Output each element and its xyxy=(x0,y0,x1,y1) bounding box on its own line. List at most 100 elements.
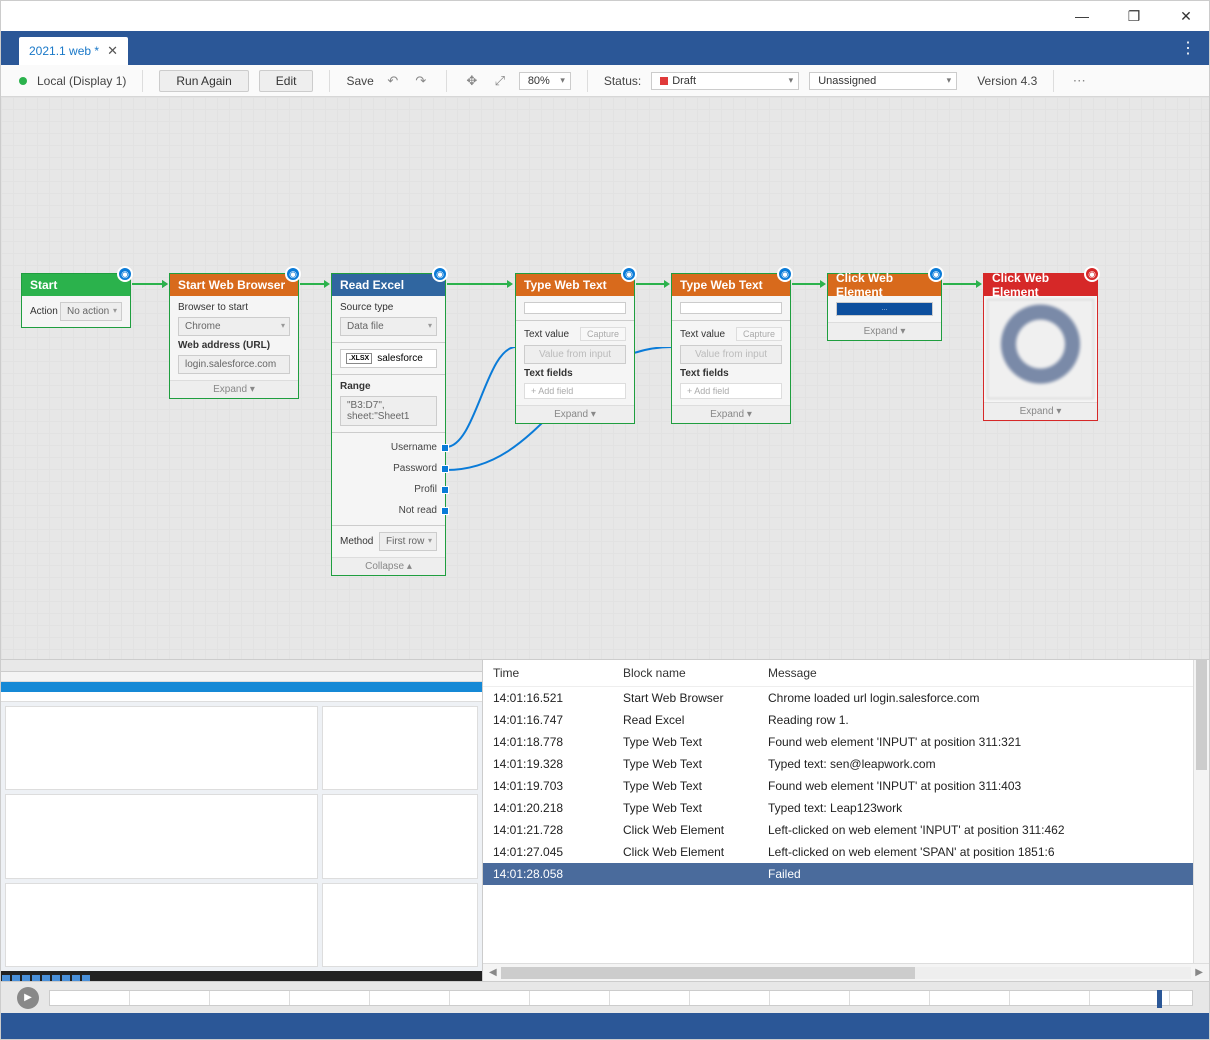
log-row[interactable]: 14:01:18.778Type Web TextFound web eleme… xyxy=(483,731,1209,753)
redo-icon[interactable]: ↷ xyxy=(412,72,430,90)
field-label: Web address (URL) xyxy=(178,340,290,351)
status-select[interactable]: Draft xyxy=(651,72,799,90)
source-select[interactable]: Data file xyxy=(340,317,437,336)
minimize-button[interactable]: — xyxy=(1067,8,1097,24)
log-panel: Time Block name Message 14:01:16.521Star… xyxy=(483,660,1209,981)
hscrollbar[interactable]: ◀▶ xyxy=(483,963,1209,981)
url-input[interactable]: login.salesforce.com xyxy=(178,355,290,374)
element-preview xyxy=(987,299,1094,399)
col-msg: Message xyxy=(768,666,817,680)
col-block: Block name xyxy=(623,666,768,680)
add-field-button[interactable]: + Add field xyxy=(680,383,782,399)
document-tab[interactable]: 2021.1 web * ✕ xyxy=(19,37,128,65)
node-title: Start Web Browser xyxy=(170,274,298,296)
node-read-excel[interactable]: ◉ Read Excel Source type Data file sales… xyxy=(331,273,446,576)
node-start-web-browser[interactable]: ◉ Start Web Browser Browser to start Chr… xyxy=(169,273,299,399)
node-title: Type Web Text xyxy=(672,274,790,296)
expand-toggle[interactable]: Expand ▾ xyxy=(828,322,941,340)
assignee-select[interactable]: Unassigned xyxy=(809,72,957,90)
node-title: Click Web Element xyxy=(828,274,941,296)
node-badge-icon: ◉ xyxy=(1084,266,1100,282)
save-button[interactable]: Save xyxy=(346,74,373,88)
log-row[interactable]: 14:01:21.728Click Web ElementLeft-clicke… xyxy=(483,819,1209,841)
action-select[interactable]: No action xyxy=(60,302,122,321)
move-icon[interactable]: ✥ xyxy=(463,72,481,90)
node-title: Type Web Text xyxy=(516,274,634,296)
node-badge-icon: ◉ xyxy=(928,266,944,282)
node-title: Read Excel xyxy=(332,274,445,296)
playhead-icon[interactable] xyxy=(1157,990,1162,1008)
output-notread[interactable]: Not read xyxy=(340,502,437,519)
node-badge-icon: ◉ xyxy=(621,266,637,282)
log-row[interactable]: 14:01:19.328Type Web TextTyped text: sen… xyxy=(483,753,1209,775)
flow-canvas[interactable]: .arr.g::after{border-left-color:#2bb24c}… xyxy=(1,97,1209,659)
expand-toggle[interactable]: Expand ▾ xyxy=(672,405,790,423)
screenshot-preview[interactable] xyxy=(1,660,483,981)
footer-bar xyxy=(1,1013,1209,1039)
node-type-web-text-2[interactable]: ◉ Type Web Text Text valueCapture Value … xyxy=(671,273,791,424)
titlebar: — ❐ ✕ xyxy=(1,1,1209,31)
fit-icon[interactable]: ⤢ xyxy=(491,72,509,90)
log-row[interactable]: 14:01:16.747Read ExcelReading row 1. xyxy=(483,709,1209,731)
expand-toggle[interactable]: Expand ▾ xyxy=(516,405,634,423)
output-username[interactable]: Username xyxy=(340,439,437,456)
log-row[interactable]: 14:01:28.058Failed xyxy=(483,863,1209,885)
vscrollbar[interactable] xyxy=(1193,660,1209,963)
bottom-panel: Time Block name Message 14:01:16.521Star… xyxy=(1,659,1209,981)
run-again-button[interactable]: Run Again xyxy=(159,70,248,92)
tab-menu-icon[interactable]: ⋮ xyxy=(1180,38,1195,58)
close-button[interactable]: ✕ xyxy=(1171,8,1201,25)
add-field-button[interactable]: + Add field xyxy=(524,383,626,399)
output-password[interactable]: Password xyxy=(340,460,437,477)
node-start[interactable]: ◉ Start Action No action xyxy=(21,273,131,328)
range-input[interactable]: "B3:D7", sheet:"Sheet1 xyxy=(340,396,437,426)
col-time: Time xyxy=(493,666,623,680)
log-header: Time Block name Message xyxy=(483,660,1209,687)
tab-title: 2021.1 web * xyxy=(29,44,99,58)
value-input[interactable]: Value from input xyxy=(680,345,782,364)
node-title: Click Web Element xyxy=(984,274,1097,296)
element-preview: ··· xyxy=(836,302,933,316)
output-profil[interactable]: Profil xyxy=(340,481,437,498)
value-input[interactable]: Value from input xyxy=(524,345,626,364)
collapse-toggle[interactable]: Collapse ▴ xyxy=(332,557,445,575)
node-type-web-text-1[interactable]: ◉ Type Web Text Text valueCapture Value … xyxy=(515,273,635,424)
field-label: Text fields xyxy=(524,368,626,379)
toolbar: Local (Display 1) Run Again Edit Save ↶ … xyxy=(1,65,1209,97)
play-button[interactable]: ▶ xyxy=(17,987,39,1009)
zoom-select[interactable]: 80% xyxy=(519,72,571,90)
file-chip[interactable]: salesforce xyxy=(340,349,437,368)
method-select[interactable]: First row xyxy=(379,532,437,551)
timeline: ▶ xyxy=(1,981,1209,1013)
node-click-web-element-1[interactable]: ◉ Click Web Element ··· Expand ▾ xyxy=(827,273,942,341)
timeline-track[interactable] xyxy=(49,990,1193,1006)
field-label: Text fields xyxy=(680,368,782,379)
expand-toggle[interactable]: Expand ▾ xyxy=(170,380,298,398)
status-label: Status: xyxy=(604,74,641,88)
node-badge-icon: ◉ xyxy=(285,266,301,282)
edit-button[interactable]: Edit xyxy=(259,70,314,92)
tab-strip: 2021.1 web * ✕ ⋮ xyxy=(1,31,1209,65)
element-preview xyxy=(680,302,782,314)
log-row[interactable]: 14:01:19.703Type Web TextFound web eleme… xyxy=(483,775,1209,797)
field-label: Source type xyxy=(340,302,437,313)
capture-button[interactable]: Capture xyxy=(736,327,782,341)
log-row[interactable]: 14:01:20.218Type Web TextTyped text: Lea… xyxy=(483,797,1209,819)
log-row[interactable]: 14:01:27.045Click Web ElementLeft-clicke… xyxy=(483,841,1209,863)
log-body[interactable]: 14:01:16.521Start Web BrowserChrome load… xyxy=(483,687,1209,963)
browser-select[interactable]: Chrome xyxy=(178,317,290,336)
connection-label: Local (Display 1) xyxy=(37,74,126,88)
log-row[interactable]: 14:01:16.521Start Web BrowserChrome load… xyxy=(483,687,1209,709)
node-badge-icon: ◉ xyxy=(117,266,133,282)
more-icon[interactable]: ⋯ xyxy=(1070,72,1088,90)
maximize-button[interactable]: ❐ xyxy=(1119,8,1149,25)
field-label: Method xyxy=(340,536,373,547)
undo-icon[interactable]: ↶ xyxy=(384,72,402,90)
tab-close-icon[interactable]: ✕ xyxy=(107,43,118,59)
field-label: Action xyxy=(30,306,58,317)
node-badge-icon: ◉ xyxy=(777,266,793,282)
expand-toggle[interactable]: Expand ▾ xyxy=(984,402,1097,420)
field-label: Text value xyxy=(524,329,569,340)
node-click-web-element-2[interactable]: ◉ Click Web Element Expand ▾ xyxy=(983,273,1098,421)
capture-button[interactable]: Capture xyxy=(580,327,626,341)
